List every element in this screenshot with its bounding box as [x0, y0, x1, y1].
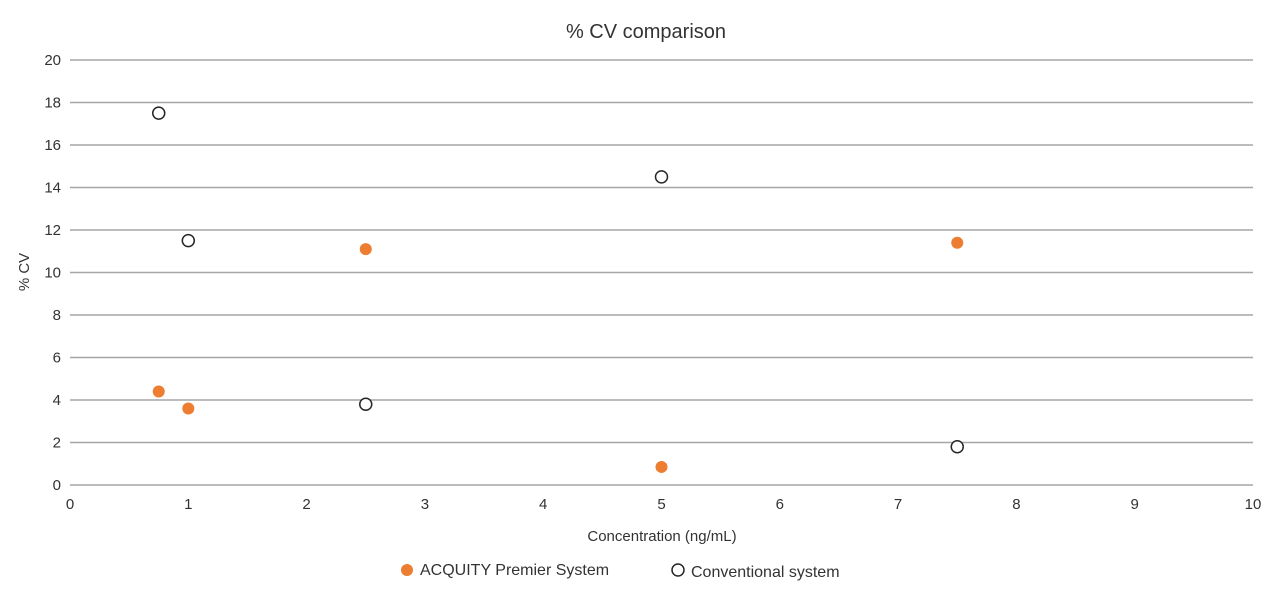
x-axis-ticks: 0 1 2 3 4 5 6 7 8 9 10 [66, 496, 1262, 513]
x-tick-label: 5 [657, 496, 665, 513]
data-points [151, 106, 964, 473]
legend-marker-open-circle-icon [671, 563, 685, 577]
data-point[interactable] [182, 402, 195, 415]
x-tick-label: 0 [66, 496, 74, 513]
data-point[interactable] [655, 460, 668, 473]
y-tick-label: 12 [44, 222, 61, 239]
y-axis-label: % CV [16, 253, 33, 291]
data-point[interactable] [951, 236, 964, 249]
x-tick-label: 6 [776, 496, 784, 513]
data-point[interactable] [654, 170, 669, 184]
x-tick-label: 10 [1245, 496, 1262, 513]
y-tick-label: 20 [44, 52, 61, 69]
data-point[interactable] [181, 233, 196, 248]
y-tick-label: 8 [53, 307, 61, 324]
y-tick-label: 2 [53, 435, 61, 452]
data-point[interactable] [950, 440, 964, 454]
x-tick-label: 1 [184, 496, 192, 513]
data-point[interactable] [359, 397, 373, 411]
x-tick-label: 3 [421, 496, 429, 513]
y-tick-label: 10 [44, 265, 61, 282]
y-axis-ticks: 0 2 4 6 8 10 12 14 16 18 20 [44, 52, 61, 494]
legend-label-conventional: Conventional system [691, 564, 840, 581]
legend: ACQUITY Premier System Conventional syst… [401, 562, 840, 581]
series-conventional [151, 106, 964, 454]
chart-title: % CV comparison [566, 21, 726, 43]
y-tick-label: 14 [44, 180, 61, 197]
data-point[interactable] [359, 243, 372, 256]
y-tick-label: 0 [53, 477, 61, 494]
legend-label-acquity: ACQUITY Premier System [420, 562, 609, 579]
x-axis-label: Concentration (ng/mL) [587, 528, 736, 545]
y-tick-label: 4 [53, 392, 61, 409]
legend-item-conventional[interactable]: Conventional system [671, 563, 840, 581]
data-point[interactable] [151, 106, 166, 120]
legend-item-acquity[interactable]: ACQUITY Premier System [401, 562, 609, 579]
legend-marker-filled-circle-icon [401, 564, 413, 576]
gridlines [70, 59, 1253, 486]
x-tick-label: 4 [539, 496, 547, 513]
y-tick-label: 16 [44, 137, 61, 154]
scatter-chart: % CV comparison 02468101214161820 012345… [16, 21, 1262, 581]
y-tick-label: 18 [44, 95, 61, 112]
data-point[interactable] [152, 385, 165, 398]
y-tick-label: 6 [53, 350, 61, 367]
x-tick-label: 8 [1012, 496, 1020, 513]
x-tick-label: 2 [302, 496, 310, 513]
x-tick-label: 9 [1131, 496, 1139, 513]
x-tick-label: 7 [894, 496, 902, 513]
